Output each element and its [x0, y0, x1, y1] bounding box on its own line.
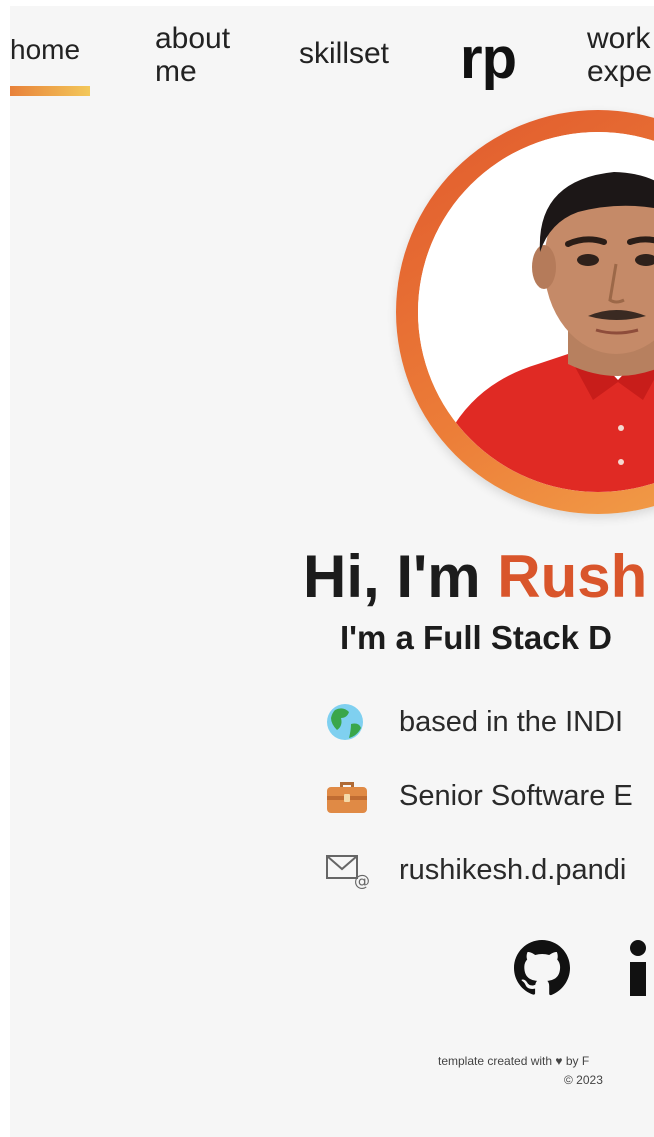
site-logo[interactable]: rp — [460, 28, 517, 90]
email-text[interactable]: rushikesh.d.pandi — [399, 852, 626, 888]
profile-photo — [418, 132, 654, 492]
nav-about-line1: about — [155, 22, 231, 55]
github-icon[interactable] — [510, 936, 574, 1000]
nav-active-underline — [10, 86, 90, 96]
nav-home-link[interactable]: home — [10, 35, 80, 65]
nav-work-line1: work — [587, 22, 651, 55]
globe-icon — [327, 704, 363, 740]
nav-skillset-link[interactable]: skillset — [299, 39, 389, 69]
nav-about-line2: me — [155, 55, 197, 88]
location-text: based in the INDI — [399, 706, 624, 738]
nav-work-line2: expe — [587, 55, 653, 88]
hero-greeting-prefix: Hi, I'm — [303, 543, 498, 610]
svg-text:@: @ — [354, 871, 370, 890]
nav-work-experience-link[interactable]: work expe — [587, 22, 652, 88]
linkedin-icon[interactable] — [624, 934, 654, 1000]
nav-about-link[interactable]: about me — [155, 22, 230, 88]
briefcase-icon — [327, 782, 367, 813]
hero-greeting: Hi, I'm Rush — [303, 542, 647, 612]
profile-photo-ring — [396, 110, 654, 514]
email-icon: @ — [326, 855, 370, 890]
hero-name: Rush — [497, 543, 648, 610]
footer-credit: template created with ♥ by F — [438, 1054, 590, 1068]
hero-role: I'm a Full Stack D — [340, 619, 612, 656]
job-text: Senior Software E — [399, 780, 633, 812]
footer-copyright: © 2023 — [564, 1073, 603, 1087]
page: home about me skillset rp work expe Hi, … — [10, 6, 654, 1137]
